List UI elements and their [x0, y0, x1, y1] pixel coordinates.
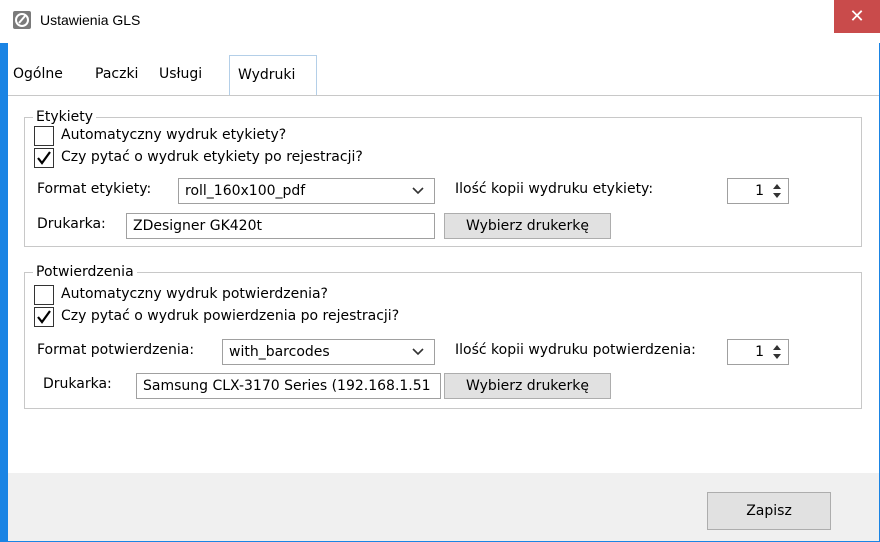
ask-print-confirmation-text: Czy pytać o wydruk powierdzenia po rejes…	[61, 308, 400, 324]
labels-group-title: Etykiety	[33, 109, 97, 125]
confirmation-printer-caption: Drukarka:	[43, 376, 112, 392]
title-bar: Ustawienia GLS ✕	[0, 0, 880, 43]
ask-print-label-text: Czy pytać o wydruk etykiety po rejestrac…	[61, 149, 363, 165]
checkmark-icon	[37, 151, 51, 165]
label-format-caption: Format etykiety:	[37, 181, 152, 197]
app-logo-icon	[13, 11, 31, 29]
close-icon: ✕	[849, 6, 865, 27]
printouts-tab-panel: Etykiety Automatyczny wydruk etykiety? C…	[8, 95, 879, 473]
label-printer-value: ZDesigner GK420t	[133, 218, 262, 234]
ask-print-confirmation-checkbox[interactable]: Czy pytać o wydruk powierdzenia po rejes…	[34, 307, 494, 329]
checkbox-checked[interactable]	[34, 148, 54, 168]
label-copies-spinner[interactable]: 1	[727, 178, 789, 204]
choose-label-printer-button[interactable]: Wybierz drukerkę	[444, 213, 611, 239]
label-copies-caption: Ilość kopii wydruku etykiety:	[455, 181, 654, 197]
label-printer-input[interactable]: ZDesigner GK420t	[126, 213, 435, 239]
spin-arrows-icon	[773, 184, 781, 198]
ask-print-label-checkbox[interactable]: Czy pytać o wydruk etykiety po rejestrac…	[34, 148, 454, 170]
checkbox-checked[interactable]	[34, 307, 54, 327]
auto-print-confirmation-text: Automatyczny wydruk potwierdzenia?	[61, 286, 328, 302]
confirmation-copies-spinner[interactable]: 1	[727, 339, 789, 365]
auto-print-confirmation-checkbox[interactable]: Automatyczny wydruk potwierdzenia?	[34, 285, 454, 307]
confirmation-format-value: with_barcodes	[229, 344, 330, 360]
close-button[interactable]: ✕	[834, 0, 880, 33]
choose-confirmation-printer-button[interactable]: Wybierz drukerkę	[444, 373, 611, 399]
auto-print-label-text: Automatyczny wydruk etykiety?	[61, 127, 287, 143]
confirmation-copies-value: 1	[755, 344, 764, 360]
confirmations-group: Potwierdzenia Automatyczny wydruk potwie…	[24, 264, 862, 409]
confirmation-copies-caption: Ilość kopii wydruku potwierdzenia:	[455, 342, 696, 358]
save-button[interactable]: Zapisz	[707, 492, 831, 530]
tab-strip: Ogólne Paczki Usługi Wydruki	[8, 43, 879, 95]
confirmation-format-caption: Format potwierdzenia:	[37, 342, 195, 358]
confirmation-printer-value: Samsung CLX-3170 Series (192.168.1.51	[143, 378, 431, 394]
checkmark-icon	[37, 310, 51, 324]
chevron-down-icon	[412, 187, 424, 195]
tab-parcels[interactable]: Paczki	[95, 56, 138, 92]
labels-group: Etykiety Automatyczny wydruk etykiety? C…	[24, 109, 862, 247]
chevron-down-icon	[412, 348, 424, 356]
auto-print-label-checkbox[interactable]: Automatyczny wydruk etykiety?	[34, 126, 434, 148]
confirmations-group-title: Potwierdzenia	[33, 264, 137, 280]
label-printer-caption: Drukarka:	[37, 216, 106, 232]
label-format-value: roll_160x100_pdf	[185, 183, 306, 199]
tab-services[interactable]: Usługi	[159, 56, 202, 92]
checkbox-unchecked[interactable]	[34, 285, 54, 305]
checkbox-unchecked[interactable]	[34, 126, 54, 146]
confirmation-format-select[interactable]: with_barcodes	[222, 339, 435, 365]
label-format-select[interactable]: roll_160x100_pdf	[178, 178, 435, 204]
spin-arrows-icon	[773, 345, 781, 359]
settings-window: Ustawienia GLS ✕ Ogólne Paczki Usługi Wy…	[0, 0, 880, 542]
tab-printouts[interactable]: Wydruki	[229, 55, 317, 95]
label-copies-value: 1	[755, 183, 764, 199]
tab-general[interactable]: Ogólne	[13, 56, 63, 92]
window-title: Ustawienia GLS	[40, 12, 141, 28]
confirmation-printer-input[interactable]: Samsung CLX-3170 Series (192.168.1.51	[136, 373, 441, 399]
